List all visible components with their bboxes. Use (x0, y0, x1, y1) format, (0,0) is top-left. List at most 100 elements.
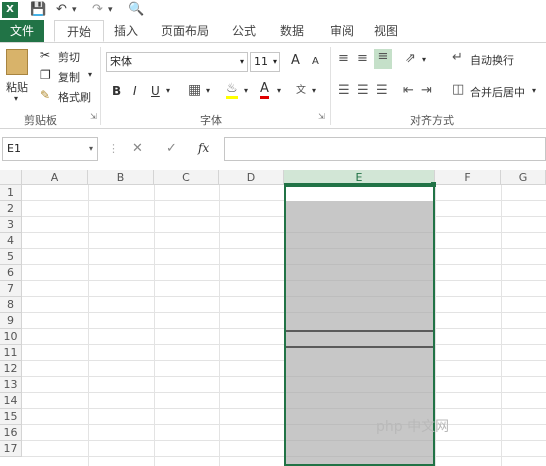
borders-dropdown-icon[interactable]: ▾ (206, 86, 210, 95)
row-header[interactable]: 16 (0, 425, 22, 441)
column-header-b[interactable]: B (88, 170, 154, 185)
row-header[interactable]: 2 (0, 201, 22, 217)
selection-row-line (286, 248, 433, 249)
selection-row-line (286, 408, 433, 409)
wrap-text-icon[interactable]: ↵ (452, 50, 463, 65)
phonetic-icon[interactable]: 文 (296, 81, 306, 96)
fill-color-icon[interactable]: ♨ (226, 82, 238, 99)
row-header[interactable]: 3 (0, 217, 22, 233)
row-header[interactable]: 5 (0, 249, 22, 265)
redo-dropdown-icon[interactable]: ▾ (108, 2, 113, 18)
orientation-dropdown-icon[interactable]: ▾ (422, 55, 426, 64)
selection-row-line (286, 296, 433, 297)
enter-icon[interactable]: ✓ (166, 141, 177, 156)
merge-dropdown-icon[interactable]: ▾ (532, 86, 536, 95)
column-header-a[interactable]: A (22, 170, 88, 185)
format-painter-button[interactable]: 格式刷 (58, 89, 91, 105)
font-name-select[interactable]: 宋体 ▾ (106, 52, 248, 72)
copy-icon[interactable]: ❐ (40, 68, 51, 82)
copy-button[interactable]: 复制 (58, 69, 80, 85)
shrink-font-button[interactable]: A (312, 56, 319, 67)
tab-view[interactable]: 视图 (366, 20, 406, 42)
row-header[interactable]: 8 (0, 297, 22, 313)
align-right-icon[interactable]: ☰ (376, 83, 388, 98)
tab-data[interactable]: 数据 (272, 20, 312, 42)
grow-font-button[interactable]: A (291, 53, 300, 68)
ribbon-separator (100, 47, 101, 125)
cut-icon[interactable]: ✂ (40, 48, 50, 62)
paste-icon[interactable] (6, 49, 28, 75)
undo-dropdown-icon[interactable]: ▾ (72, 2, 77, 18)
merge-center-icon[interactable]: ◫ (452, 82, 464, 97)
borders-icon[interactable]: ▦ (188, 82, 201, 98)
tab-file[interactable]: 文件 (0, 20, 44, 42)
font-size-select[interactable]: 11 ▾ (250, 52, 280, 72)
fill-color-dropdown-icon[interactable]: ▾ (244, 86, 248, 95)
underline-dropdown-icon[interactable]: ▾ (166, 86, 170, 95)
selection-row-line (286, 280, 433, 281)
selection-row-line (286, 232, 433, 233)
copy-dropdown-icon[interactable]: ▾ (88, 70, 92, 79)
increase-indent-icon[interactable]: ⇥ (421, 83, 432, 98)
bold-button[interactable]: B (112, 84, 121, 98)
font-size-value: 11 (254, 55, 268, 68)
align-middle-icon[interactable]: ≡ (357, 51, 368, 66)
formula-input[interactable] (224, 137, 546, 161)
row-header[interactable]: 1 (0, 185, 22, 201)
fill-handle[interactable] (431, 182, 436, 187)
phonetic-dropdown-icon[interactable]: ▾ (312, 86, 316, 95)
quick-access-toolbar: X 💾 ↶ ▾ ↷ ▾ 🔍 (0, 0, 546, 20)
row-header[interactable]: 9 (0, 313, 22, 329)
save-icon[interactable]: 💾 (30, 2, 46, 18)
align-left-icon[interactable]: ☰ (338, 83, 350, 98)
row-header[interactable]: 15 (0, 409, 22, 425)
decrease-indent-icon[interactable]: ⇤ (403, 83, 414, 98)
row-header[interactable]: 11 (0, 345, 22, 361)
row-header[interactable]: 7 (0, 281, 22, 297)
wrap-text-button[interactable]: 自动换行 (470, 52, 514, 68)
row-header[interactable]: 10 (0, 329, 22, 345)
row-header[interactable]: 17 (0, 441, 22, 457)
paste-dropdown-icon[interactable]: ▾ (14, 94, 18, 103)
select-all-corner[interactable] (0, 170, 22, 185)
column-header-c[interactable]: C (154, 170, 219, 185)
active-cell[interactable] (286, 187, 433, 201)
tab-insert[interactable]: 插入 (106, 20, 146, 42)
row-header[interactable]: 13 (0, 377, 22, 393)
insert-function-button[interactable]: fx (198, 141, 209, 155)
merge-center-button[interactable]: 合并后居中 (470, 84, 525, 100)
redo-icon[interactable]: ↷ (92, 2, 103, 18)
row-header[interactable]: 14 (0, 393, 22, 409)
tab-review[interactable]: 审阅 (322, 20, 362, 42)
chevron-down-icon: ▾ (272, 57, 277, 66)
align-top-icon[interactable]: ≡ (338, 51, 349, 66)
row-header[interactable]: 4 (0, 233, 22, 249)
paste-button[interactable]: 粘贴 (6, 79, 28, 95)
row-header[interactable]: 6 (0, 265, 22, 281)
worksheet-grid[interactable]: A B C D E F G 1 2 3 4 5 6 7 8 9 10 11 12… (0, 170, 546, 466)
font-color-icon[interactable]: A (260, 82, 269, 99)
tab-page-layout[interactable]: 页面布局 (152, 20, 218, 42)
name-box[interactable]: E1 ▾ (2, 137, 98, 161)
underline-button[interactable]: U (151, 84, 160, 98)
column-header-d[interactable]: D (219, 170, 284, 185)
row-header[interactable]: 12 (0, 361, 22, 377)
font-color-dropdown-icon[interactable]: ▾ (277, 86, 281, 95)
selection-row-line (286, 456, 433, 457)
orientation-icon[interactable]: ⇗ (405, 51, 416, 66)
print-preview-icon[interactable]: 🔍 (128, 2, 144, 18)
align-bottom-icon[interactable]: ≡ (374, 49, 392, 69)
tab-formulas[interactable]: 公式 (224, 20, 264, 42)
font-launcher-icon[interactable]: ⇲ (318, 112, 325, 121)
column-header-f[interactable]: F (435, 170, 501, 185)
align-center-icon[interactable]: ☰ (357, 83, 369, 98)
italic-button[interactable]: I (133, 84, 137, 98)
column-header-g[interactable]: G (501, 170, 546, 185)
cut-button[interactable]: 剪切 (58, 49, 80, 65)
tab-home[interactable]: 开始 (54, 20, 104, 42)
cancel-icon[interactable]: ✕ (132, 141, 143, 156)
clipboard-launcher-icon[interactable]: ⇲ (90, 112, 97, 121)
undo-icon[interactable]: ↶ (56, 2, 67, 18)
column-header-e[interactable]: E (284, 170, 435, 185)
format-painter-icon[interactable]: ✎ (40, 88, 50, 102)
